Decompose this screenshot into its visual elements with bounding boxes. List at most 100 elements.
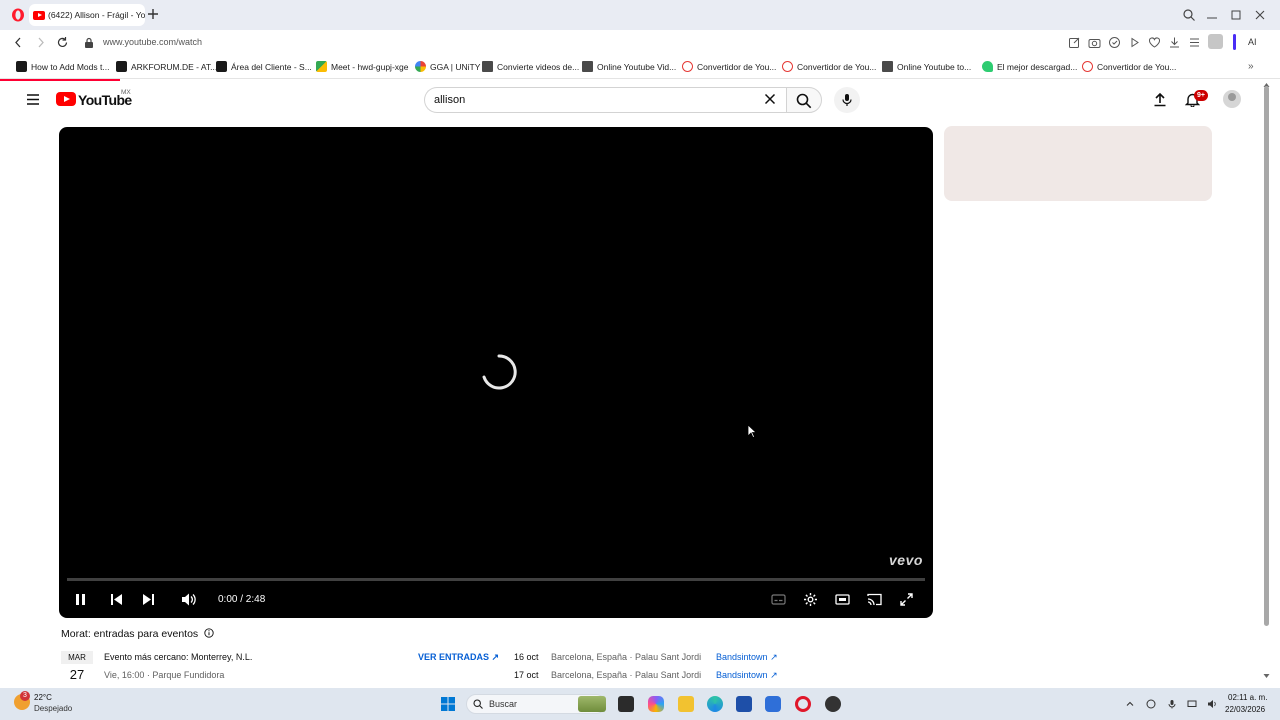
search-highlight-icon[interactable] [578,696,606,712]
menu-icon[interactable] [26,93,40,106]
bookmark-item[interactable]: Convertidor de You... [1082,61,1176,72]
bookmark-item[interactable]: El mejor descargad... [982,61,1077,72]
cast-icon[interactable] [867,592,882,607]
buy-tickets-button[interactable]: VER ENTRADAS ↗ [418,652,499,663]
file-explorer-icon[interactable] [678,696,694,712]
back-icon[interactable] [12,36,25,49]
maximize-icon[interactable] [1229,8,1243,22]
clock-date[interactable]: 22/03/2026 [1225,705,1265,714]
display-tray-icon[interactable] [1187,699,1197,709]
search-input-value[interactable]: allison [434,94,465,106]
event-source-link[interactable]: Bandsintown ↗ [716,670,778,681]
bookmark-item[interactable]: Meet - hwd-gupj-xge [316,61,408,72]
mail-icon[interactable] [765,696,781,712]
scroll-down-arrow-icon[interactable] [1263,673,1270,679]
tab-title: (6422) Allison - Frágil - Yo [48,10,145,20]
bookmarks-bar: How to Add Mods t... ARKFORUM.DE - AT...… [0,55,1280,79]
opera-taskbar-icon[interactable] [795,696,811,712]
bookmark-item[interactable]: Convierte videos de... [482,61,579,72]
temperature[interactable]: 22°C [34,693,52,702]
clear-search-icon[interactable] [764,93,776,105]
account-avatar[interactable] [1223,90,1241,108]
bookmark-item[interactable]: Área del Cliente - S... [216,61,312,72]
event-place: Barcelona, España · Palau Sant Jordi [551,670,702,680]
bookmark-item[interactable]: Online Youtube Vid... [582,61,676,72]
notification-badge: 9+ [1194,90,1208,101]
easy-setup-icon[interactable] [1188,36,1201,49]
reload-icon[interactable] [56,36,69,49]
upload-icon[interactable] [1153,92,1167,107]
info-icon[interactable] [204,628,214,638]
country-code: MX [121,89,131,96]
edit-page-icon[interactable] [1068,36,1081,49]
speaker-tray-icon[interactable] [1207,699,1217,709]
weather-condition[interactable]: Despejado [34,704,72,713]
profile-avatar[interactable] [1208,34,1223,49]
previous-icon[interactable] [109,592,124,607]
windows-start-icon[interactable] [440,696,456,712]
bookmark-item[interactable]: Convertidor de You... [782,61,876,72]
progress-bar[interactable] [67,578,925,581]
youtube-favicon-icon [33,10,45,20]
bookmark-icon [216,61,227,72]
bookmark-item[interactable]: ARKFORUM.DE - AT... [116,61,217,72]
heart-icon[interactable] [1148,36,1161,49]
store-icon[interactable] [736,696,752,712]
opera-gx-icon[interactable] [825,696,841,712]
fullscreen-icon[interactable] [899,592,914,607]
camera-icon[interactable] [1088,36,1101,49]
voice-search-button[interactable] [834,87,860,113]
event-source-link[interactable]: Bandsintown ↗ [716,652,778,663]
theater-mode-icon[interactable] [835,592,850,607]
bookmark-item[interactable]: Online Youtube to... [882,61,971,72]
search-button[interactable] [786,87,822,113]
search-tabs-icon[interactable] [1182,8,1196,22]
new-tab-icon[interactable] [147,8,159,20]
bookmark-item[interactable]: Convertidor de You... [682,61,776,72]
external-link-icon: ↗ [491,652,500,662]
settings-gear-icon[interactable] [803,592,818,607]
minimize-icon[interactable] [1205,8,1219,22]
browser-tab-active[interactable]: (6422) Allison - Frágil - Yo [29,4,145,26]
volume-icon[interactable] [181,592,196,607]
subtitles-icon[interactable] [771,592,786,607]
tray-overflow-chevron-icon[interactable] [1125,699,1135,709]
opera-logo-icon[interactable] [11,8,25,22]
search-input[interactable] [424,87,786,113]
task-view-icon[interactable] [618,696,634,712]
bookmarks-more-button[interactable]: » [1248,61,1254,72]
clock-time[interactable]: 02:11 a. m. [1228,693,1267,702]
sidebar-placeholder-card [944,126,1212,201]
event-day: 27 [69,667,85,682]
network-tray-icon[interactable] [1146,699,1156,709]
event-source-label: Bandsintown [716,670,768,680]
search-icon [796,93,812,109]
close-window-icon[interactable] [1253,8,1267,22]
next-icon[interactable] [141,592,156,607]
page-scrollbar[interactable] [1264,86,1269,626]
copilot-icon[interactable] [648,696,664,712]
ai-button[interactable]: AI [1248,37,1257,47]
event-source-label: Bandsintown [716,652,768,662]
youtube-logo-icon[interactable] [56,92,76,106]
bookmark-item[interactable]: GGA | UNiTY [415,61,480,72]
player-icon[interactable] [1128,36,1141,49]
music-note-icon [982,61,993,72]
converter-icon [1082,61,1093,72]
url-field[interactable]: www.youtube.com/watch [103,37,202,47]
folder-page-icon [482,61,493,72]
address-bar: www.youtube.com/watch AI [0,30,1280,55]
microphone-tray-icon[interactable] [1167,699,1177,709]
folder-page-icon [882,61,893,72]
browser-tab-bar: (6422) Allison - Frágil - Yo [0,0,1280,30]
forward-icon[interactable] [34,36,47,49]
download-icon[interactable] [1168,36,1181,49]
edge-icon[interactable] [707,696,723,712]
bookmark-item[interactable]: How to Add Mods t... [16,61,109,72]
pause-icon[interactable] [73,592,88,607]
aria-sidebar-indicator[interactable] [1233,34,1236,50]
google-icon [415,61,426,72]
lock-icon[interactable] [84,37,94,48]
windows-taskbar [0,688,1280,720]
adblock-icon[interactable] [1108,36,1121,49]
